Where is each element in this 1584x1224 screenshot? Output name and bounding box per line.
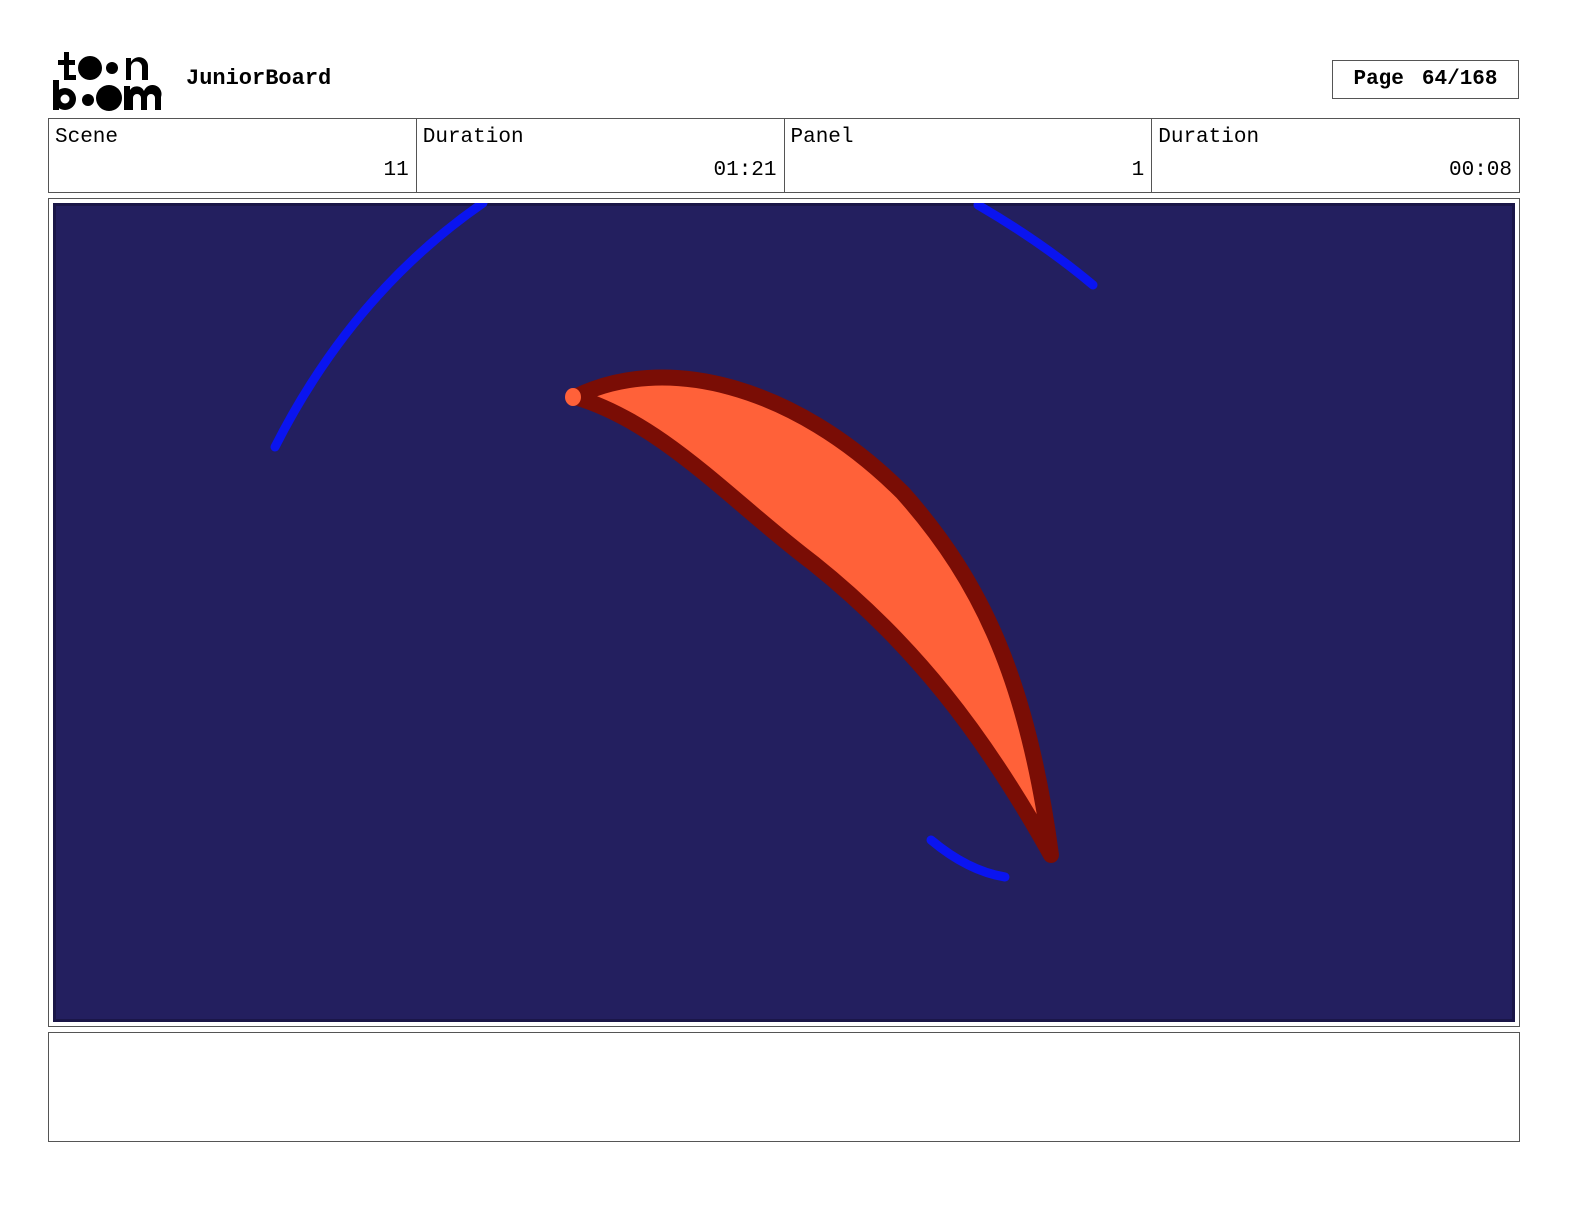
panel-value: 1 — [1131, 159, 1145, 182]
app-name: JuniorBoard — [186, 66, 332, 91]
panel-duration-label: Duration — [1158, 126, 1260, 149]
storyboard-panel — [48, 198, 1520, 1027]
panel-duration-cell: Duration 00:08 — [1152, 119, 1519, 192]
panel-notes — [48, 1032, 1520, 1142]
panel-label: Panel — [790, 126, 854, 149]
scene-cell: Scene 11 — [49, 119, 417, 192]
panel-info-table: Scene 11 Duration 01:21 Panel 1 Duration… — [48, 118, 1520, 193]
crescent-tip — [565, 388, 581, 406]
scene-value: 11 — [383, 159, 409, 182]
scene-label: Scene — [55, 126, 119, 149]
scene-duration-label: Duration — [422, 126, 524, 149]
scene-duration-cell: Duration 01:21 — [417, 119, 785, 192]
page-indicator: Page 64/168 — [1332, 60, 1519, 99]
panel-background — [53, 203, 1515, 1022]
page-label: Page — [1353, 68, 1404, 91]
panel-duration-value: 00:08 — [1448, 159, 1512, 182]
toon-boom-logo — [53, 52, 162, 111]
panel-drawing — [53, 203, 1515, 1022]
scene-duration-value: 01:21 — [713, 159, 777, 182]
page-number: 64/168 — [1421, 68, 1498, 91]
panel-cell: Panel 1 — [785, 119, 1153, 192]
